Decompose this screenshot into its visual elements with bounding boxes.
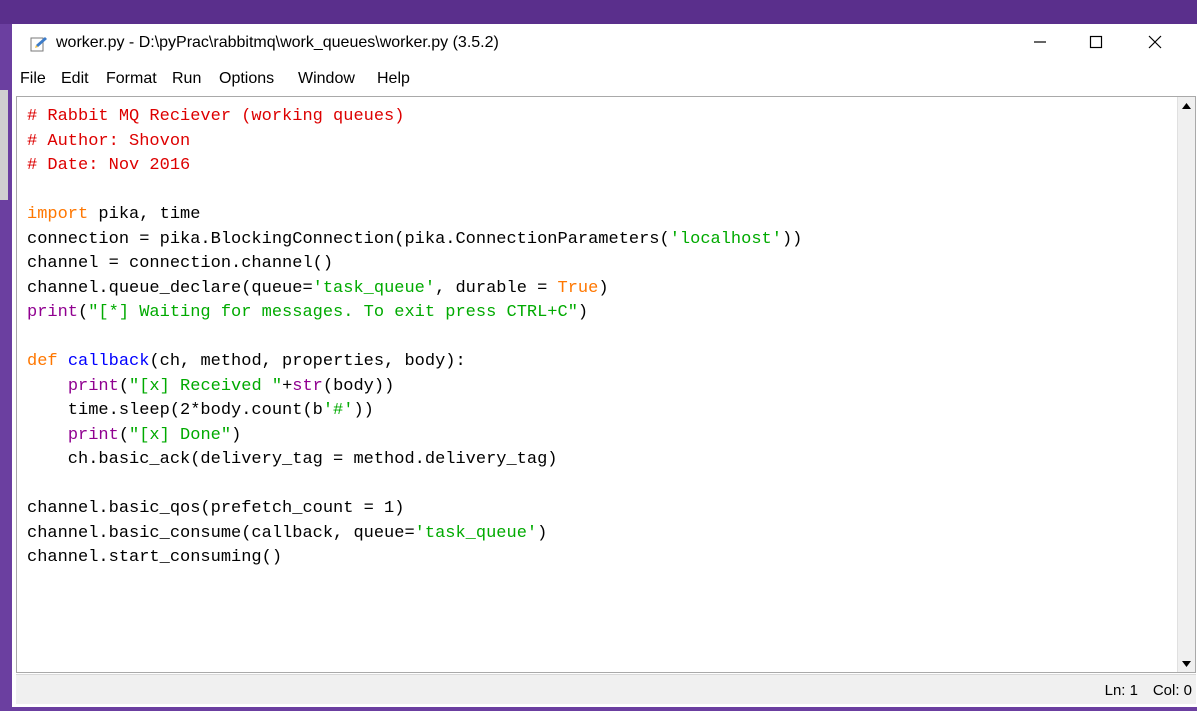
code-line[interactable]: ​ <box>27 179 802 204</box>
code-line[interactable]: ​ <box>27 326 802 351</box>
code-editor[interactable]: # Rabbit MQ Reciever (working queues) # A… <box>16 96 1196 673</box>
code-line[interactable]: ​ <box>27 473 802 498</box>
code-token: )) <box>781 229 803 249</box>
menu-edit[interactable]: Edit <box>61 70 89 88</box>
menu-bar: File Edit Format Run Options Window Help <box>12 64 1197 94</box>
code-token: channel.basic_consume(callback, queue= <box>27 523 415 543</box>
code-token: )) <box>353 401 374 420</box>
code-line[interactable]: # Date: Nov 2016 <box>27 154 802 179</box>
code-token: 'localhost' <box>669 229 782 249</box>
desktop-background-strip <box>0 0 1197 24</box>
code-line[interactable]: def callback(ch, method, properties, bod… <box>27 350 802 375</box>
code-token: print <box>67 425 119 445</box>
code-line[interactable]: # Author: Shovon <box>27 130 802 155</box>
scroll-down-button[interactable] <box>1178 655 1195 672</box>
code-token: '#' <box>322 401 354 420</box>
code-token: channel.start_consuming() <box>27 548 283 567</box>
arrow-down-icon <box>1182 660 1191 667</box>
minimize-button[interactable] <box>1017 24 1063 60</box>
code-token: 'task_queue' <box>414 523 538 543</box>
code-token: "[x] Done" <box>129 425 232 445</box>
code-line[interactable]: print("[x] Done") <box>27 424 802 449</box>
window-title: worker.py - D:\pyPrac\rabbitmq\work_queu… <box>56 34 499 51</box>
code-token: channel.queue_declare(queue= <box>27 278 313 298</box>
code-token: pika, time <box>88 205 201 224</box>
code-token: ( <box>118 425 130 445</box>
code-token: print <box>27 303 79 322</box>
code-token: channel = connection.channel() <box>27 254 334 273</box>
code-token: connection = pika.BlockingConnection(pik… <box>27 229 670 249</box>
code-token: ) <box>537 523 548 543</box>
code-token: , durable = <box>435 278 558 298</box>
code-token: ( <box>118 376 130 396</box>
menu-run[interactable]: Run <box>172 70 201 88</box>
code-line[interactable]: channel.basic_consume(callback, queue='t… <box>27 522 802 547</box>
code-token: # Rabbit MQ Reciever (working queues) <box>27 107 405 126</box>
line-number-indicator: Ln: 1 <box>1104 682 1138 699</box>
code-line[interactable]: print("[*] Waiting for messages. To exit… <box>27 301 802 326</box>
maximize-icon <box>1089 35 1103 49</box>
idle-editor-window: worker.py - D:\pyPrac\rabbitmq\work_queu… <box>12 24 1197 707</box>
code-token: (ch, method, properties, body): <box>149 352 466 371</box>
code-line[interactable]: channel.queue_declare(queue='task_queue'… <box>27 277 802 302</box>
title-bar[interactable]: worker.py - D:\pyPrac\rabbitmq\work_queu… <box>12 24 1197 64</box>
code-line[interactable]: import pika, time <box>27 203 802 228</box>
code-token: (body)) <box>322 376 395 396</box>
code-token: # Author: Shovon <box>27 131 191 151</box>
minimize-icon <box>1034 41 1046 43</box>
code-token: print <box>67 376 119 396</box>
menu-help[interactable]: Help <box>377 70 410 88</box>
code-token: str <box>292 376 323 396</box>
column-number-indicator: Col: 0 <box>1152 682 1192 699</box>
code-token: "[*] Waiting for messages. To exit press… <box>88 303 578 322</box>
status-bar: Ln: 1 Col: 0 <box>16 674 1196 704</box>
code-token: time.sleep(2*body.count(b <box>27 401 323 420</box>
code-token: channel.basic_qos(prefetch_count = 1) <box>27 499 405 518</box>
code-token: ) <box>577 303 589 322</box>
vertical-scrollbar[interactable] <box>1177 97 1195 672</box>
background-window-edge <box>0 90 8 200</box>
code-line[interactable]: print("[x] Received "+str(body)) <box>27 375 802 400</box>
arrow-up-icon <box>1182 102 1191 109</box>
code-token: + <box>282 376 293 396</box>
code-line[interactable]: channel.basic_qos(prefetch_count = 1) <box>27 497 802 522</box>
code-token: True <box>557 278 599 298</box>
code-token: "[x] Received " <box>129 376 283 396</box>
code-line[interactable]: channel.start_consuming() <box>27 546 802 571</box>
code-token: # Date: Nov 2016 <box>27 156 191 175</box>
scroll-up-button[interactable] <box>1178 97 1195 114</box>
code-line[interactable]: # Rabbit MQ Reciever (working queues) <box>27 105 802 130</box>
code-token: ) <box>231 425 242 445</box>
menu-file[interactable]: File <box>20 70 46 88</box>
close-button[interactable] <box>1132 24 1178 60</box>
code-token: 'task_queue' <box>312 278 436 298</box>
menu-window[interactable]: Window <box>298 70 355 88</box>
python-file-icon <box>30 37 47 52</box>
code-token: ) <box>598 278 609 298</box>
code-line[interactable]: time.sleep(2*body.count(b'#')) <box>27 399 802 424</box>
close-icon <box>1148 35 1162 49</box>
menu-format[interactable]: Format <box>106 70 157 88</box>
code-token: ch.basic_ack(delivery_tag = method.deliv… <box>27 450 558 469</box>
code-line[interactable]: connection = pika.BlockingConnection(pik… <box>27 228 802 253</box>
code-text-area[interactable]: # Rabbit MQ Reciever (working queues) # A… <box>27 105 802 571</box>
code-line[interactable]: channel = connection.channel() <box>27 252 802 277</box>
code-token: def <box>27 352 58 371</box>
maximize-button[interactable] <box>1073 24 1119 60</box>
code-token: callback <box>67 352 150 371</box>
code-token: ( <box>78 303 89 322</box>
menu-options[interactable]: Options <box>219 70 274 88</box>
code-token: import <box>27 205 89 224</box>
code-line[interactable]: ch.basic_ack(delivery_tag = method.deliv… <box>27 448 802 473</box>
scroll-thumb[interactable] <box>1180 115 1193 653</box>
